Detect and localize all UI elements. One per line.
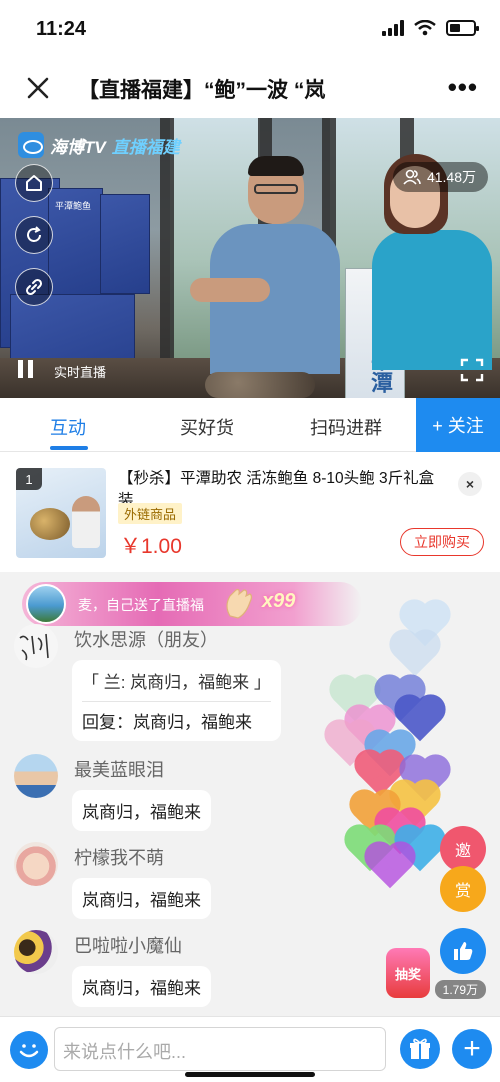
avatar: [14, 842, 58, 886]
signal-icon: [382, 20, 404, 36]
tab-interact[interactable]: 互动: [50, 414, 86, 440]
gift-banner: 麦，自己送了直播福 x99: [22, 582, 362, 626]
comment-input[interactable]: 来说点什么吧...: [54, 1027, 386, 1071]
product-index: 1: [16, 468, 42, 490]
product-thumbnail[interactable]: 1: [16, 468, 106, 558]
presenter-image: [72, 496, 100, 548]
lottery-label: 抽奖: [394, 966, 421, 982]
host-man: [180, 148, 340, 374]
lottery-button[interactable]: 抽奖: [386, 948, 430, 998]
product-card[interactable]: 1 【秒杀】平潭助农 活冻鲍鱼 8-10头鲍 3斤礼盒装 外链商品 ￥1.00 …: [0, 452, 500, 572]
fullscreen-icon[interactable]: [460, 358, 484, 382]
clap-hands-icon: [226, 588, 253, 619]
close-icon[interactable]: [20, 70, 56, 106]
home-icon: [26, 175, 42, 191]
like-count: 1.79万: [434, 980, 486, 999]
refresh-button[interactable]: [15, 216, 53, 254]
logo-channel: 直播福建: [111, 137, 180, 157]
page-title: 【直播福建】“鲍”一波 “岚: [78, 79, 326, 102]
home-indicator: [185, 1072, 315, 1077]
invite-label: 邀: [454, 843, 471, 860]
message-username: 巴啦啦小魔仙: [74, 936, 182, 956]
host-man-arm: [190, 278, 270, 302]
message-bubble: 岚商归，福鲍来: [72, 966, 211, 1007]
message-username: 柠檬我不萌: [74, 848, 164, 868]
thumbs-up-icon: [454, 942, 473, 960]
battery-icon: [446, 20, 479, 36]
more-actions-button[interactable]: +: [452, 1029, 492, 1069]
share-button[interactable]: [15, 268, 53, 306]
message-bubble: 岚商归，福鲍来: [72, 878, 211, 919]
gift-text: 麦，自己送了直播福: [78, 597, 204, 613]
tab-shopping[interactable]: 买好货: [180, 414, 234, 440]
message-bubble: 「 兰: 岚商归，福鲍来 」 回复：岚商归，福鲍来: [72, 660, 281, 741]
logo-brand: 海博TV: [50, 137, 106, 157]
reward-button[interactable]: 赏: [440, 866, 486, 912]
quoted-text: 「 兰: 岚商归，福鲍来 」: [82, 673, 271, 692]
wifi-icon: [414, 20, 436, 36]
status-icons: [382, 20, 479, 36]
divider: [82, 701, 271, 702]
product-price: ￥1.00: [120, 535, 182, 558]
gift-count: x99: [262, 590, 296, 612]
viewer-count-badge: 41.48万: [392, 162, 488, 192]
host-man-hair: [248, 156, 304, 176]
gift-button[interactable]: [400, 1029, 440, 1069]
message-text: 回复：岚商归，福鲍来: [82, 713, 252, 732]
host-man-glasses: [254, 184, 298, 194]
more-icon[interactable]: •••: [448, 72, 478, 103]
host-woman-body: [372, 230, 492, 370]
reward-label: 赏: [454, 883, 471, 900]
status-time: 11:24: [36, 18, 87, 40]
close-product-icon[interactable]: ×: [458, 472, 482, 496]
buy-now-button[interactable]: 立即购买: [400, 528, 484, 556]
emoji-button[interactable]: [10, 1031, 48, 1069]
product-box: [100, 194, 150, 294]
product-tag: 外链商品: [118, 503, 183, 524]
users-icon: [403, 169, 421, 185]
smile-icon: [19, 1044, 39, 1058]
tab-join-group[interactable]: 扫码进群: [310, 414, 382, 440]
eye-logo-icon: [18, 132, 44, 158]
refresh-icon: [27, 226, 41, 242]
channel-logo: 海博TV 直播福建: [18, 132, 180, 158]
link-icon: [25, 278, 43, 296]
avatar: [14, 930, 58, 974]
message-username: 最美蓝眼泪: [74, 760, 164, 780]
avatar: [14, 754, 58, 798]
gift-icon: [410, 1038, 430, 1059]
tab-bar: 互动 买好货 扫码进群 + 关注: [0, 398, 500, 452]
pause-icon[interactable]: [18, 360, 34, 378]
message-bubble: 岚商归，福鲍来: [72, 790, 211, 831]
tab-active-indicator: [50, 446, 88, 450]
home-button[interactable]: [15, 164, 53, 202]
follow-button[interactable]: + 关注: [416, 398, 500, 452]
heart-icon: [393, 633, 437, 677]
avatar: [14, 624, 58, 668]
status-bar: 11:24: [0, 0, 500, 58]
message-username: 饮水思源（朋友）: [74, 630, 218, 650]
video-controls: 实时直播: [0, 350, 500, 390]
product-box: 平潭鲍鱼: [48, 188, 103, 298]
live-label: 实时直播: [54, 365, 107, 380]
nav-bar: 【直播福建】“鲍”一波 “岚 •••: [0, 58, 500, 118]
gift-sender-avatar: [26, 584, 66, 624]
like-button[interactable]: [440, 928, 486, 974]
viewer-count: 41.48万: [426, 169, 476, 185]
abalone-image: [30, 508, 70, 540]
